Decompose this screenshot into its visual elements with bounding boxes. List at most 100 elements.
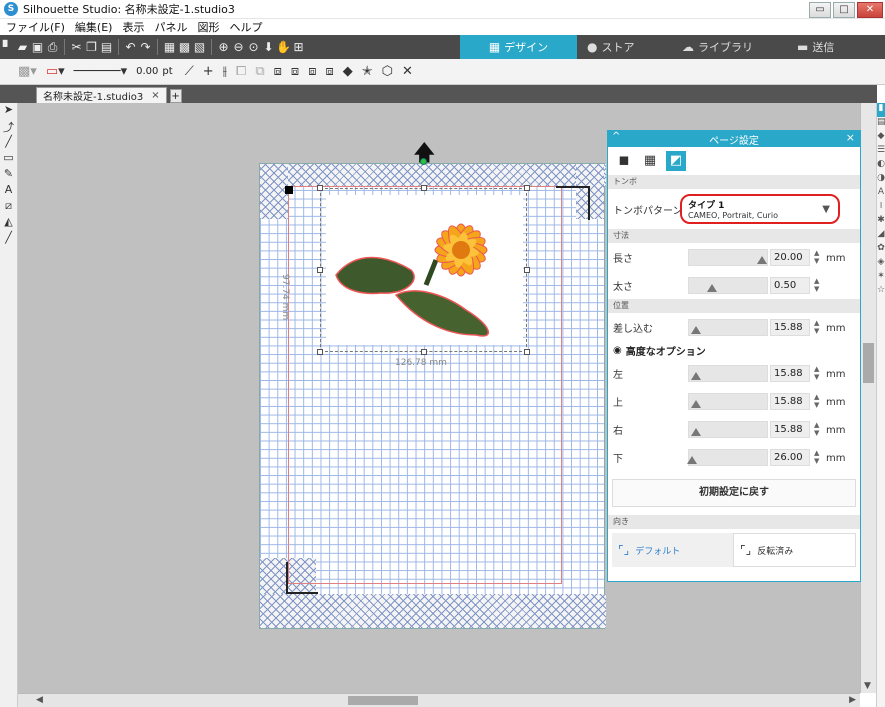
tab-library[interactable]: ☁ ライブラリ [672, 35, 787, 59]
pan-hand-icon[interactable]: ✋ [276, 40, 291, 54]
vertical-scroll-thumb[interactable] [863, 343, 874, 383]
page-setup-icon[interactable]: ▤ [877, 117, 885, 131]
tombo-pattern-dropdown[interactable]: タイプ 1 CAMEO, Portrait, Curio ▼ [680, 194, 840, 224]
tab-design[interactable]: ▦ デザイン [460, 35, 577, 59]
bring-forward-icon[interactable]: ⧈ [291, 64, 299, 79]
slider-thumb[interactable] [707, 284, 717, 292]
eyedropper-icon[interactable]: ╱ [0, 231, 17, 247]
left-spinner[interactable]: ▲ ▼ [814, 365, 819, 381]
offset-icon[interactable]: ◈ [877, 257, 885, 271]
line-width-field[interactable]: 0.00 [136, 66, 158, 77]
group-icon[interactable]: ⧠ [236, 64, 246, 79]
inset-spinner[interactable]: ▲ ▼ [814, 319, 819, 335]
redo-icon[interactable]: ↷ [138, 40, 153, 54]
menu-shape[interactable]: 図形 [197, 19, 219, 35]
resize-handle[interactable] [317, 349, 323, 355]
resize-handle[interactable] [524, 267, 530, 273]
cut-icon[interactable]: ✂ [69, 40, 84, 54]
transform-icon[interactable]: ◢ [877, 229, 885, 243]
zoom-in-icon[interactable]: ⊕ [216, 40, 231, 54]
maximize-button[interactable]: □ [833, 2, 855, 18]
delete-icon[interactable]: ✕ [402, 64, 413, 79]
line-color-dropdown[interactable]: ▭▾ [46, 64, 65, 79]
document-tab[interactable]: 名称未設定-1.studio3 × [36, 87, 167, 103]
resize-handle[interactable] [317, 267, 323, 273]
vertical-scrollbar[interactable]: ▼ [860, 103, 876, 693]
length-slider[interactable] [688, 249, 768, 266]
page-grid[interactable]: 🡅 126.78 mm 97.74 mm [259, 141, 606, 629]
replicate-icon[interactable]: ✱ [877, 215, 885, 229]
send-icon[interactable]: ◆ [877, 131, 885, 145]
save-icon[interactable]: ▣ [30, 40, 45, 54]
fill-icon[interactable]: ◑ [877, 173, 885, 187]
slider-thumb[interactable] [687, 456, 697, 464]
print-icon[interactable]: ⎙ [45, 40, 60, 55]
thickness-slider[interactable] [688, 277, 768, 294]
left-slider[interactable] [688, 365, 768, 382]
reset-defaults-button[interactable]: 初期設定に戻す [612, 479, 856, 507]
orientation-flipped-button[interactable]: ⌜⌟ 反転済み [733, 533, 856, 567]
bottom-slider[interactable] [687, 449, 768, 466]
deselect-icon[interactable]: ▩ [177, 40, 192, 54]
new-file-icon[interactable]: ▘ [0, 40, 15, 54]
bring-front-icon[interactable]: ⧈ [274, 64, 282, 79]
horizontal-scrollbar[interactable]: ◀ ▶ [18, 693, 860, 707]
close-tab-icon[interactable]: × [151, 90, 159, 101]
menu-panel[interactable]: パネル [154, 19, 187, 35]
right-field[interactable]: 15.88 [770, 421, 810, 438]
close-panel-icon[interactable]: × [846, 131, 855, 144]
right-slider[interactable] [688, 421, 768, 438]
minimize-button[interactable]: ▭ [809, 2, 831, 18]
tab-registration-marks-icon[interactable]: ◩ [666, 151, 686, 171]
inset-slider[interactable] [688, 319, 768, 336]
left-field[interactable]: 15.88 [770, 365, 810, 382]
right-spinner[interactable]: ▲ ▼ [814, 421, 819, 437]
favorites-icon[interactable]: ☆ [877, 285, 885, 299]
horizontal-scroll-thumb[interactable] [348, 696, 418, 705]
crosshair-icon[interactable]: + [203, 64, 214, 79]
fill-pattern-dropdown[interactable]: ▩▾ [18, 64, 37, 79]
line-style-dropdown[interactable]: ──────▾ [74, 64, 128, 79]
zoom-select-icon[interactable]: ⊙ [246, 40, 261, 54]
slider-thumb[interactable] [691, 372, 701, 380]
pencil-icon[interactable]: ✎ [0, 167, 17, 183]
undo-icon[interactable]: ↶ [123, 40, 138, 54]
tab-grid-icon[interactable]: ▦ [640, 151, 660, 171]
ungroup-icon[interactable]: ⧉ [255, 64, 264, 79]
top-slider[interactable] [688, 393, 768, 410]
resize-handle[interactable] [524, 185, 530, 191]
paste-icon[interactable]: ▤ [99, 40, 114, 54]
scroll-down-arrow-icon[interactable]: ▼ [864, 681, 871, 691]
zoom-out-icon[interactable]: ⊖ [231, 40, 246, 54]
advanced-options-toggle[interactable]: ◉ 高度なオプション [608, 341, 860, 359]
send-back-icon[interactable]: ⧈ [325, 64, 333, 79]
slider-thumb[interactable] [757, 256, 767, 264]
slider-thumb[interactable] [691, 428, 701, 436]
panel-toggle-icon[interactable]: ▮ [877, 103, 885, 117]
line-style-icon[interactable]: ⏽ [877, 201, 885, 215]
line-tool-icon[interactable]: ⟋ [185, 64, 194, 79]
bottom-spinner[interactable]: ▲ ▼ [814, 449, 819, 465]
send-backward-icon[interactable]: ⧈ [308, 64, 316, 79]
edit-points-icon[interactable]: ⤴ [0, 119, 17, 135]
select-all-icon[interactable]: ▦ [162, 40, 177, 54]
add-document-button[interactable]: + [169, 89, 182, 103]
select-arrow-icon[interactable]: ➤ [0, 103, 17, 119]
top-spinner[interactable]: ▲ ▼ [814, 393, 819, 409]
copy-icon[interactable]: ❐ [84, 40, 99, 54]
align-icon[interactable]: ⫲ [223, 64, 227, 79]
select-by-color-icon[interactable]: ▧ [192, 40, 207, 54]
thickness-field[interactable]: 0.50 [770, 277, 810, 294]
orientation-default-button[interactable]: ⌜⌟ デフォルト [612, 533, 733, 567]
store-icon[interactable]: ◐ [877, 159, 885, 173]
slider-thumb[interactable] [691, 326, 701, 334]
slider-thumb[interactable] [691, 400, 701, 408]
menu-help[interactable]: ヘルプ [229, 19, 262, 35]
resize-handle[interactable] [421, 349, 427, 355]
tab-send[interactable]: ▬ 送信 [787, 35, 844, 59]
resize-handle[interactable] [317, 185, 323, 191]
line-icon[interactable]: ╱ [0, 135, 17, 151]
star-icon[interactable]: ✭ [362, 64, 373, 79]
move-arrow-icon[interactable]: 🡅 [413, 136, 436, 174]
open-folder-icon[interactable]: ▰ [15, 40, 30, 54]
